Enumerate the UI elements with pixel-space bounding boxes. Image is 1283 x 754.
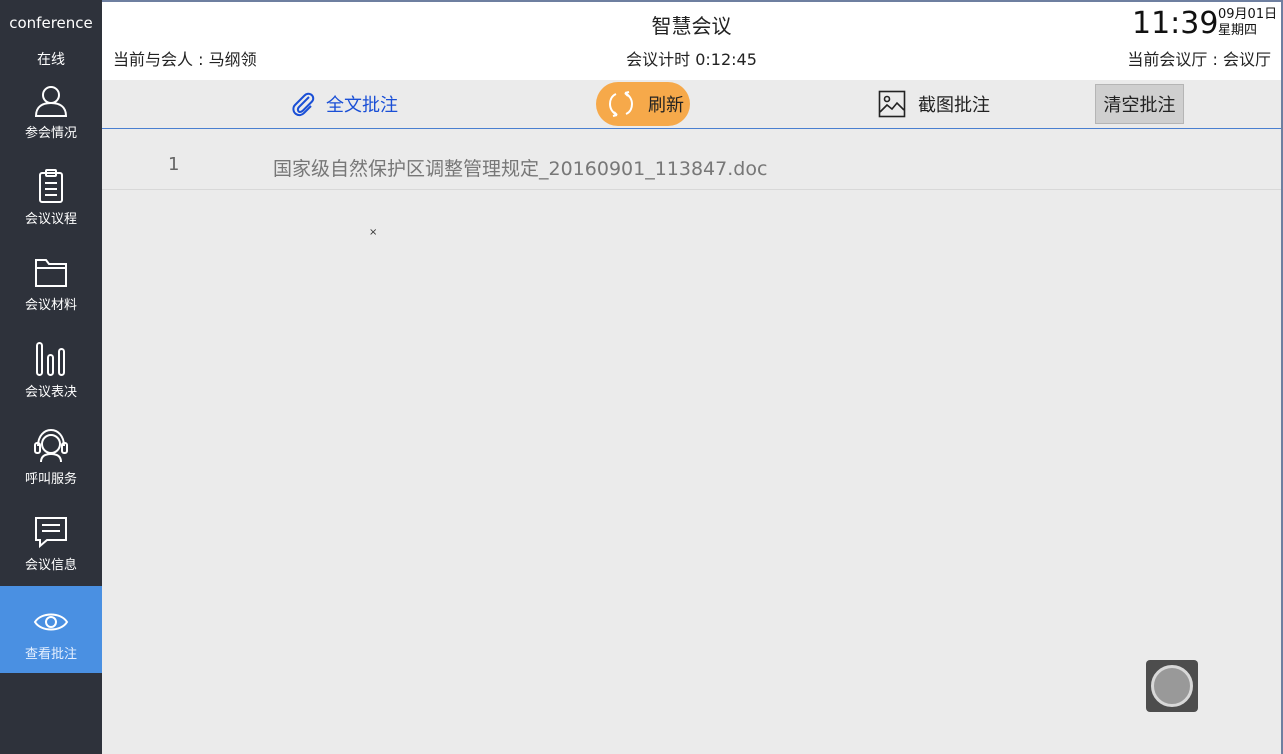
clock-date: 09月01日 星期四 [1218,7,1277,39]
sidebar-item-view-annotations[interactable]: 查看批注 [0,586,102,673]
sidebar-item-agenda[interactable]: 会议议程 [0,168,102,254]
full-annotation-label: 全文批注 [326,95,398,116]
message-icon [35,517,67,549]
sidebar: conference 在线 参会情况 会议议程 会议材料 会议表决 呼叫服务 会… [0,0,102,754]
file-name: 国家级自然保护区调整管理规定_20160901_113847.doc [273,158,768,180]
screenshot-annotation-button[interactable]: 截图批注 [878,80,990,128]
sidebar-item-call-service[interactable]: 呼叫服务 [0,428,102,514]
refresh-button[interactable]: 刷新 [596,82,690,126]
sidebar-item-voting[interactable]: 会议表决 [0,341,102,427]
screenshot-annotation-label: 截图批注 [918,95,990,116]
image-icon [878,90,906,118]
app-brand: conference [9,14,93,32]
sidebar-item-label: 会议信息 [24,558,77,573]
list-item[interactable]: 1 国家级自然保护区调整管理规定_20160901_113847.doc [102,130,1281,190]
sidebar-item-attendance[interactable]: 参会情况 [0,82,102,168]
date-text: 09月01日 [1218,7,1278,22]
clear-annotation-button[interactable]: 清空批注 [1095,84,1184,124]
sidebar-item-label: 查看批注 [24,647,77,662]
sidebar-item-label: 会议材料 [24,298,77,313]
sidebar-item-label: 会议表决 [24,385,77,400]
refresh-icon [608,91,634,117]
annotation-file-list: 1 国家级自然保护区调整管理规定_20160901_113847.doc [102,130,1281,190]
paperclip-icon [292,92,315,117]
page-title: 智慧会议 [651,14,732,38]
cursor-icon: × [369,227,378,238]
refresh-label: 刷新 [648,95,684,116]
circle-icon [1151,665,1193,707]
folder-icon [35,259,67,287]
weekday-text: 星期四 [1218,23,1258,38]
person-icon [34,86,68,117]
current-room: 当前会议厅 : 会议厅 [1127,50,1271,69]
sidebar-item-label: 参会情况 [24,126,77,141]
bar-chart-icon [36,342,65,376]
eye-icon [33,613,69,631]
clipboard-icon [39,169,63,203]
floating-assistive-button[interactable] [1146,660,1198,712]
header: 智慧会议 当前与会人 : 马纲领 会议计时 0:12:45 11:39 09月0… [102,2,1281,80]
meeting-timer: 会议计时 0:12:45 [626,50,757,69]
sidebar-item-materials[interactable]: 会议材料 [0,254,102,340]
sidebar-item-label: 呼叫服务 [24,472,77,487]
toolbar: 全文批注 刷新 截图批注 清空批注 [102,80,1281,129]
headset-icon [34,428,68,463]
online-status: 在线 [37,52,65,68]
clock-time: 11:39 [1132,6,1219,41]
file-index: 1 [168,154,180,175]
sidebar-item-label: 会议议程 [24,212,77,227]
full-annotation-button[interactable]: 全文批注 [290,80,398,128]
